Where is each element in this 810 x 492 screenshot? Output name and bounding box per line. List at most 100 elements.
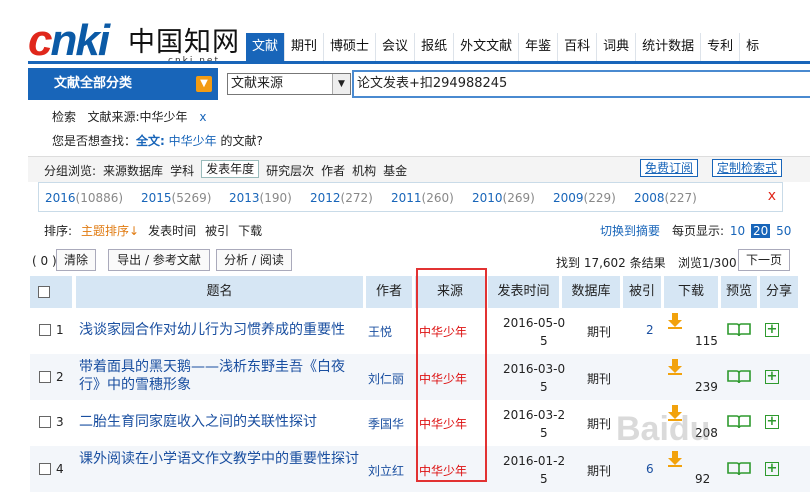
group-tab-author[interactable]: 作者 [321, 162, 345, 179]
header-downloads[interactable]: 下载 [664, 276, 720, 308]
header-date[interactable]: 发表时间 [488, 276, 561, 308]
source-column-highlight [416, 268, 487, 482]
group-tab-subject[interactable]: 学科 [170, 162, 194, 179]
search-field-select[interactable]: 文献来源 ▼ [227, 73, 351, 95]
preview-book-icon[interactable] [727, 370, 751, 384]
publish-date: 2016-03-2 [503, 408, 566, 422]
share-plus-icon[interactable]: + [765, 323, 779, 337]
group-tab-fund[interactable]: 基金 [383, 162, 407, 179]
row-checkbox[interactable] [39, 463, 51, 475]
cited-count[interactable]: 2 [646, 323, 654, 337]
header-author[interactable]: 作者 [366, 276, 414, 308]
category-selector[interactable]: 文献全部分类 ▼ [28, 68, 218, 100]
preview-book-icon[interactable] [727, 323, 751, 337]
switch-abstract-link[interactable]: 切换到摘要 [600, 222, 660, 239]
cited-count[interactable]: 6 [646, 462, 654, 476]
row-checkbox[interactable] [39, 416, 51, 428]
year-filter-item[interactable]: 2013(190) [229, 191, 292, 205]
group-tab-level[interactable]: 研究层次 [266, 162, 314, 179]
share-plus-icon[interactable]: + [765, 415, 779, 429]
analyze-button[interactable]: 分析 / 阅读 [216, 249, 292, 271]
preview-book-icon[interactable] [727, 462, 751, 476]
select-all-checkbox[interactable] [38, 286, 50, 298]
sort-date[interactable]: 发表时间 [148, 222, 196, 239]
suggest-prefix: 您是否想查找： [52, 134, 137, 148]
author-link[interactable]: 刘立红 [368, 462, 404, 479]
header-cited[interactable]: 被引 [623, 276, 663, 308]
nav-tab[interactable]: 标 [739, 33, 765, 61]
author-link[interactable]: 王悦 [368, 323, 392, 340]
nav-tab[interactable]: 统计数据 [635, 33, 700, 61]
nav-tab[interactable]: 百科 [557, 33, 596, 61]
per-page-20[interactable]: 20 [750, 224, 771, 238]
header-title[interactable]: 题名 [76, 276, 365, 308]
year-filter-item[interactable]: 2008(227) [634, 191, 697, 205]
sort-bar: 排序: 主题排序↓ 发表时间 被引 下载 [44, 222, 271, 239]
sort-cited[interactable]: 被引 [205, 222, 229, 239]
custom-query-button[interactable]: 定制检索式 [712, 159, 782, 177]
group-tab-database[interactable]: 来源数据库 [103, 162, 163, 179]
search-input[interactable]: 论文发表+扣294988245 [352, 70, 810, 98]
nav-tab[interactable]: 报纸 [414, 33, 453, 61]
year-filter-item[interactable]: 2012(272) [310, 191, 373, 205]
group-tab-institution[interactable]: 机构 [352, 162, 376, 179]
baidu-watermark: Baidu [616, 410, 711, 448]
suggest-link[interactable]: 中华少年 [169, 134, 217, 148]
nav-tab[interactable]: 文献 [246, 33, 285, 61]
database-value: 期刊 [587, 417, 612, 431]
clear-button[interactable]: 清除 [56, 249, 96, 271]
nav-tab[interactable]: 博硕士 [323, 33, 375, 61]
close-icon[interactable]: x [768, 188, 776, 204]
download-icon[interactable] [667, 359, 683, 375]
nav-tab[interactable]: 外文文献 [453, 33, 518, 61]
year-filter-item[interactable]: 2011(260) [391, 191, 454, 205]
sort-topic[interactable]: 主题排序↓ [81, 222, 139, 239]
per-page-10[interactable]: 10 [730, 224, 745, 238]
cnki-logo[interactable]: cnki 中国知网 cnki.net [28, 14, 243, 68]
nav-tab[interactable]: 年鉴 [518, 33, 557, 61]
next-page-button[interactable]: 下一页 [738, 249, 790, 271]
article-title-link[interactable]: 二胎生育同家庭收入之间的关联性探讨 [79, 413, 364, 431]
crumb-search: 检索 [52, 110, 77, 124]
publish-date-cont: 5 [540, 334, 548, 348]
share-plus-icon[interactable]: + [765, 462, 779, 476]
sort-downloads[interactable]: 下载 [238, 222, 262, 239]
header-database[interactable]: 数据库 [562, 276, 622, 308]
chevron-down-icon[interactable]: ▼ [196, 76, 212, 92]
did-you-mean: 您是否想查找：全文: 中华少年 的文献? [52, 132, 263, 149]
download-icon[interactable] [667, 451, 683, 467]
main-nav: 文献 期刊 博硕士 会议 报纸 外文文献 年鉴 百科 词典 统计数据 专利标 [246, 33, 810, 61]
logo-chinese: 中国知网 [128, 27, 240, 58]
article-title-link[interactable]: 带着面具的黑天鹅——浅析东野圭吾《白夜行》中的雪穗形象 [79, 358, 364, 394]
year-filter-item[interactable]: 2016(10886) [45, 191, 123, 205]
free-subscribe-button[interactable]: 免费订阅 [640, 159, 698, 177]
share-plus-icon[interactable]: + [765, 370, 779, 384]
nav-tab[interactable]: 专利 [700, 33, 739, 61]
result-count: 找到 17,602 条结果 [556, 256, 666, 270]
preview-book-icon[interactable] [727, 415, 751, 429]
year-filter-item[interactable]: 2009(229) [553, 191, 616, 205]
row-number: 4 [56, 462, 64, 476]
select-all-cell [30, 276, 74, 308]
row-checkbox[interactable] [39, 371, 51, 383]
group-tab-year[interactable]: 发表年度 [201, 160, 260, 178]
row-checkbox[interactable] [39, 324, 51, 336]
article-title-link[interactable]: 课外阅读在小学语文作文教学中的重要性探讨 [79, 450, 364, 468]
year-filter-item[interactable]: 2015(5269) [141, 191, 211, 205]
search-field-value: 文献来源 [231, 76, 284, 91]
select-arrow-icon[interactable]: ▼ [332, 74, 350, 94]
author-link[interactable]: 季国华 [368, 415, 404, 432]
year-filter-item[interactable]: 2010(269) [472, 191, 535, 205]
article-title-link[interactable]: 浅谈家园合作对幼儿行为习惯养成的重要性 [79, 321, 364, 339]
author-link[interactable]: 刘仁丽 [368, 370, 404, 387]
per-page-50[interactable]: 50 [776, 224, 791, 238]
crumb-remove-icon[interactable]: x [199, 110, 206, 124]
group-label: 分组浏览: [44, 164, 97, 178]
export-button[interactable]: 导出 / 参考文献 [108, 249, 210, 271]
sort-label: 排序: [44, 224, 73, 238]
nav-tab[interactable]: 期刊 [284, 33, 323, 61]
nav-tab[interactable]: 词典 [596, 33, 635, 61]
download-icon[interactable] [667, 313, 683, 329]
nav-tab[interactable]: 会议 [375, 33, 414, 61]
download-count: 115 [695, 334, 718, 348]
